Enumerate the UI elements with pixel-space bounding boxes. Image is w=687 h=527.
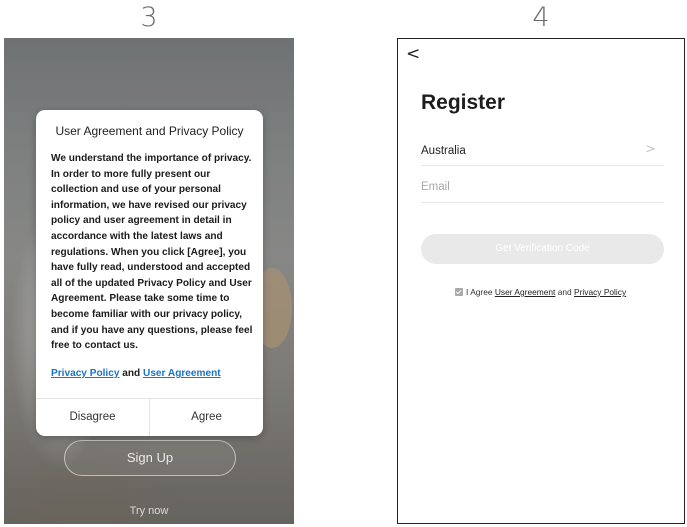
country-value: Australia — [421, 145, 466, 157]
step-number-4: 4 — [532, 2, 550, 33]
email-field[interactable] — [421, 177, 664, 193]
privacy-policy-link[interactable]: Privacy Policy — [51, 368, 119, 379]
back-arrow-icon[interactable]: < — [406, 44, 420, 64]
page-title: Register — [421, 91, 506, 114]
user-agreement-link[interactable]: User Agreement — [495, 287, 556, 297]
step-number-3: 3 — [140, 2, 158, 33]
privacy-policy-link[interactable]: Privacy Policy — [574, 287, 626, 297]
sign-up-button[interactable]: Sign Up — [64, 440, 236, 476]
disagree-button[interactable]: Disagree — [36, 399, 149, 436]
checkbox-checked-icon[interactable] — [455, 288, 463, 296]
privacy-dialog-screen: Sign Up Try now User Agreement and Priva… — [4, 38, 294, 524]
privacy-dialog: User Agreement and Privacy Policy We und… — [36, 110, 263, 436]
agree-prefix-text: I Agree — [466, 287, 495, 297]
user-agreement-link[interactable]: User Agreement — [143, 368, 221, 379]
agree-and-text: and — [555, 287, 575, 297]
register-screen: < Register Australia > Get Verification … — [397, 38, 685, 524]
dialog-links: Privacy Policy and User Agreement — [51, 368, 256, 379]
links-and-text: and — [119, 368, 144, 379]
try-now-link[interactable]: Try now — [4, 505, 294, 517]
email-field-wrapper — [421, 177, 664, 203]
get-verification-code-button[interactable]: Get Verification Code — [421, 234, 664, 264]
agree-button[interactable]: Agree — [150, 399, 263, 436]
dialog-title: User Agreement and Privacy Policy — [55, 124, 244, 138]
agreement-row: I Agree User Agreement and Privacy Polic… — [455, 287, 626, 297]
chevron-right-icon: > — [645, 142, 656, 157]
country-selector[interactable]: Australia > — [421, 139, 664, 166]
dialog-body-text: We understand the importance of privacy.… — [51, 153, 253, 352]
